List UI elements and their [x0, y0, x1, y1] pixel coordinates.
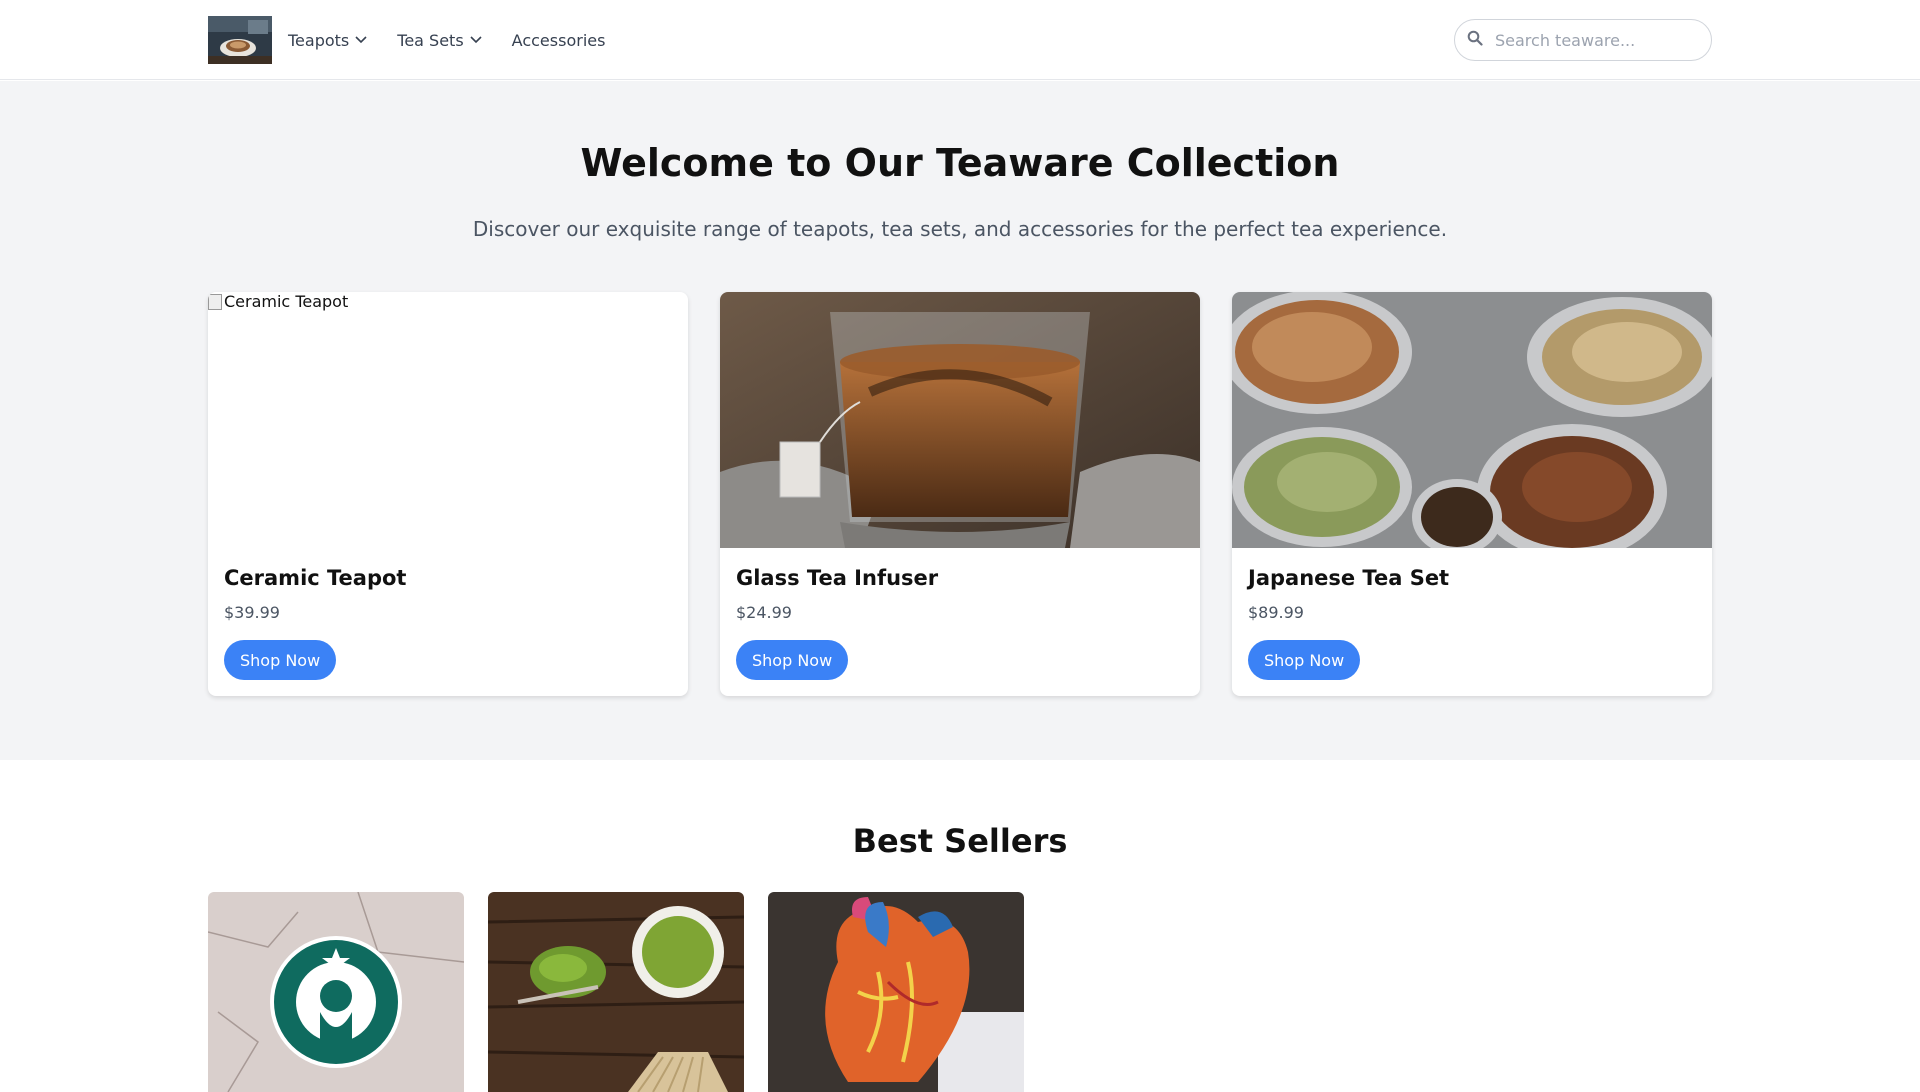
product-title: Glass Tea Infuser: [736, 566, 939, 590]
nav-tea-sets-label: Tea Sets: [397, 30, 464, 50]
product-price: $89.99: [1248, 603, 1304, 622]
nav-teapots[interactable]: Teapots: [288, 31, 367, 50]
shop-now-button[interactable]: Shop Now: [224, 640, 337, 680]
chevron-down-icon: [470, 36, 482, 44]
product-image-tea-spoons[interactable]: [1232, 292, 1712, 548]
nav-teapots-label: Teapots: [288, 30, 350, 50]
best-seller-image[interactable]: [488, 892, 744, 1092]
product-image-broken[interactable]: Ceramic Teapot: [208, 292, 688, 548]
shop-now-button[interactable]: Shop Now: [1248, 640, 1361, 680]
main-nav: Teapots Tea Sets Accessories: [288, 31, 635, 50]
site-header: Teapots Tea Sets Accessories: [0, 0, 1920, 80]
best-seller-image[interactable]: [208, 892, 464, 1092]
hero-section: Welcome to Our Teaware Collection Discov…: [0, 81, 1920, 760]
nav-tea-sets[interactable]: Tea Sets: [397, 30, 482, 50]
broken-image-icon: [208, 293, 222, 310]
broken-image-alt: Ceramic Teapot: [208, 292, 348, 311]
product-title: Ceramic Teapot: [224, 566, 407, 590]
search-icon: [1467, 30, 1483, 50]
product-image-glass-tea[interactable]: [720, 292, 1200, 548]
product-card: Ceramic Teapot Ceramic Teapot $39.99 Sho…: [208, 292, 688, 696]
product-image-alt-text: Ceramic Teapot: [224, 292, 349, 311]
chevron-down-icon: [355, 36, 367, 44]
hero-title: Welcome to Our Teaware Collection: [580, 141, 1340, 185]
nav-accessories[interactable]: Accessories: [512, 31, 606, 50]
shop-now-button[interactable]: Shop Now: [736, 640, 849, 680]
product-price: $24.99: [736, 603, 792, 622]
search-box[interactable]: [1454, 19, 1712, 61]
product-card: Japanese Tea Set $89.99 Shop Now: [1232, 292, 1712, 696]
best-seller-image[interactable]: [768, 892, 1024, 1092]
product-title: Japanese Tea Set: [1248, 566, 1450, 590]
product-price: $39.99: [224, 603, 280, 622]
best-sellers-title: Best Sellers: [852, 822, 1068, 860]
logo-image[interactable]: [208, 16, 272, 64]
product-card: Glass Tea Infuser $24.99 Shop Now: [720, 292, 1200, 696]
hero-subtitle: Discover our exquisite range of teapots,…: [472, 217, 1448, 241]
nav-accessories-label: Accessories: [511, 30, 606, 50]
search-input[interactable]: [1495, 30, 1695, 50]
